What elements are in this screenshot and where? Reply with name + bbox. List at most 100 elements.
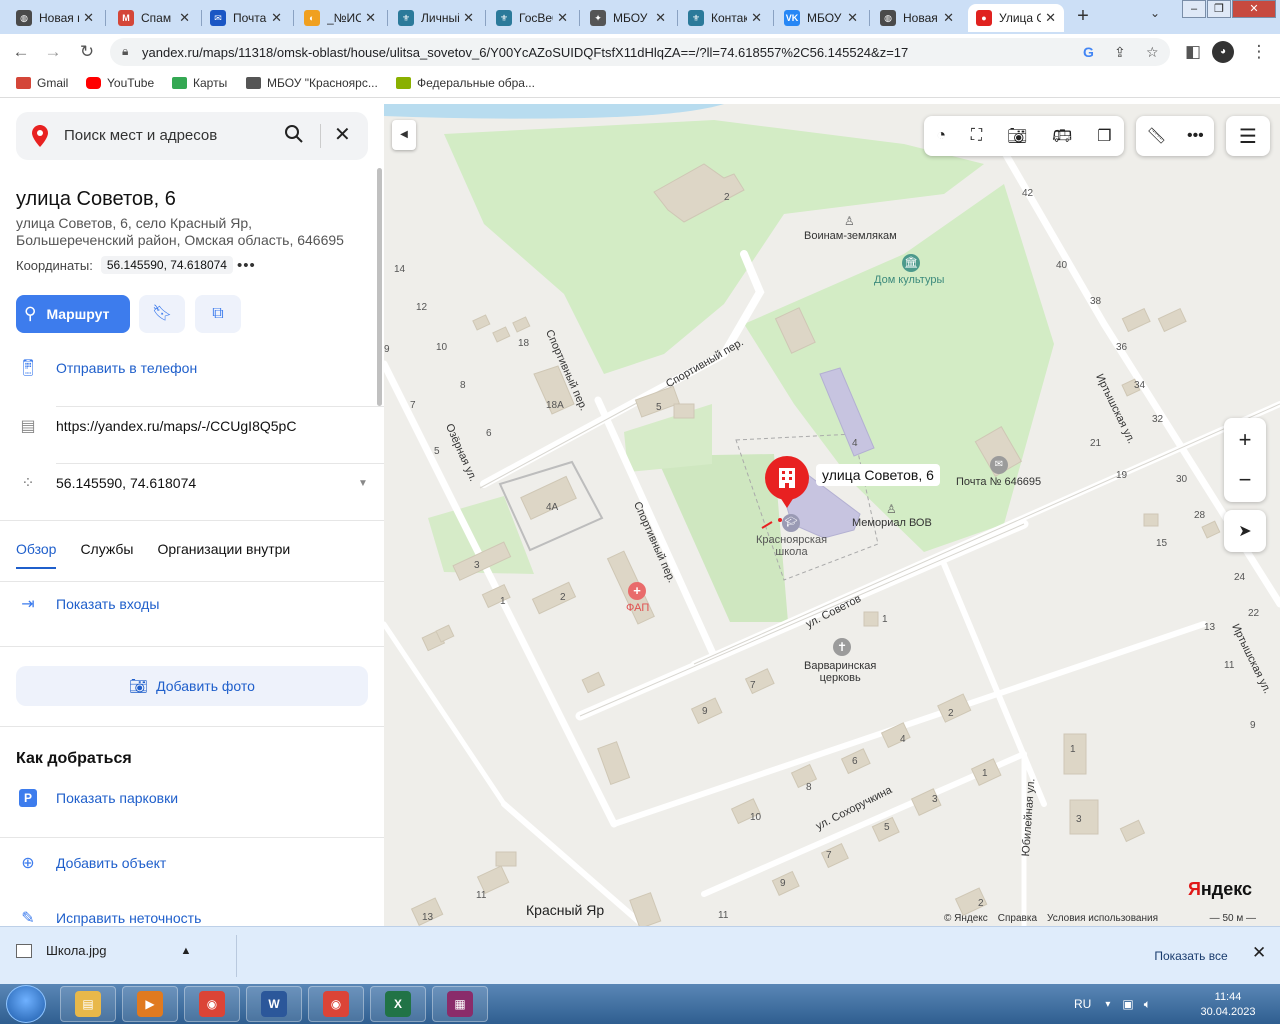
zoom-in-icon[interactable]: + (1239, 420, 1252, 460)
chevron-down-icon[interactable]: ▼ (358, 478, 368, 489)
memorial-icon[interactable]: ♙ (886, 502, 897, 516)
browser-tab[interactable]: ⚜ Личный кабинет ✕ (390, 4, 482, 32)
profile-avatar[interactable]: ◕ (1212, 41, 1234, 63)
tab-search-button[interactable]: ⌄ (1150, 6, 1160, 20)
close-icon[interactable]: ✕ (334, 122, 351, 147)
minimize-button[interactable]: – (1182, 0, 1206, 18)
terms-link[interactable]: Условия использования (1047, 913, 1158, 924)
bookmark-federal[interactable]: Федеральные обра... (396, 76, 535, 90)
poi-school[interactable]: Красноярская школа (756, 534, 827, 558)
tab-close-icon[interactable]: ✕ (271, 10, 282, 26)
back-icon[interactable]: ← (8, 39, 34, 65)
browser-tab[interactable]: ● Улица Советов✕ (968, 4, 1064, 32)
medical-icon[interactable]: + (628, 582, 646, 600)
bookmark-gmail[interactable]: Gmail (16, 76, 68, 90)
bookmark-button[interactable]: 🔖︎ (139, 295, 185, 333)
search-input[interactable]: Поиск мест и адресов ✕ (16, 112, 368, 160)
language-indicator[interactable]: RU (1074, 997, 1091, 1011)
tab-close-icon[interactable]: ✕ (365, 10, 376, 26)
tab-close-icon[interactable]: ✕ (1045, 10, 1056, 26)
monument-icon[interactable]: ♙ (844, 214, 855, 228)
map-canvas[interactable]: ♙ 🏛︎ ✉ ♙ 🎓︎ + ✝ Воинам-землякам Дом куль… (384, 104, 1280, 926)
layers-icon[interactable]: ❐ (1097, 126, 1111, 146)
tab-close-icon[interactable]: ✕ (83, 10, 94, 26)
tab-services[interactable]: Службы (80, 541, 133, 569)
photo-icon[interactable]: 📷︎ (1007, 126, 1027, 146)
taskbar-app-chrome[interactable]: ◉ (184, 986, 240, 1022)
poi-post-office[interactable]: Почта № 646695 (956, 476, 1041, 488)
taskbar-app-media[interactable]: ▶ (122, 986, 178, 1022)
start-button[interactable] (6, 985, 46, 1023)
poi-warriors[interactable]: Воинам-землякам (804, 230, 897, 242)
tab-organizations[interactable]: Организации внутри (157, 541, 290, 569)
volume-icon[interactable]: 🔈︎ (1144, 997, 1151, 1012)
tab-close-icon[interactable]: ✕ (655, 10, 666, 26)
pin-label[interactable]: улица Советов, 6 (816, 464, 940, 486)
bookmark-maps[interactable]: Карты (172, 76, 227, 90)
menu-kebab-icon[interactable]: ⋮ (1246, 39, 1272, 65)
collapse-sidebar-button[interactable]: ◀ (392, 120, 416, 150)
bookmark-youtube[interactable]: YouTube (86, 76, 154, 90)
star-icon[interactable]: ☆ (1146, 44, 1159, 61)
poi-memorial[interactable]: Мемориал ВОВ (852, 517, 932, 529)
taskbar-app-explorer[interactable]: ▤ (60, 986, 116, 1022)
tab-close-icon[interactable]: ✕ (463, 10, 474, 26)
poi-church[interactable]: Варваринская церковь (804, 660, 876, 684)
chevron-up-icon[interactable]: ▲ (180, 945, 191, 957)
sidebar-scrollbar[interactable] (377, 168, 382, 406)
close-window-button[interactable]: ✕ (1232, 0, 1276, 18)
taskbar-app-chrome[interactable]: ◉ (308, 986, 364, 1022)
zoom-out-icon[interactable]: − (1239, 460, 1252, 500)
poi-culture-house[interactable]: Дом культуры (874, 274, 944, 286)
post-office-icon[interactable]: ✉ (990, 456, 1008, 474)
browser-tab[interactable]: ⚜ Контакты✕ (680, 4, 770, 32)
search-icon[interactable] (284, 124, 304, 149)
panorama-icon[interactable]: ⛶ (971, 127, 982, 145)
school-icon[interactable]: 🎓︎ (782, 514, 800, 532)
tab-close-icon[interactable]: ✕ (751, 10, 762, 26)
chevron-down-icon[interactable]: ▾ (1105, 999, 1110, 1010)
ruler-icon[interactable]: 📏︎ (1146, 126, 1166, 146)
download-item[interactable]: Школа.jpg ▲ (16, 943, 191, 958)
tab-overview[interactable]: Обзор (16, 541, 57, 569)
bookmark-mbou[interactable]: МБОУ "Красноярс... (246, 76, 378, 90)
taskbar-app-word[interactable]: W (246, 986, 302, 1022)
tab-close-icon[interactable]: ✕ (847, 10, 858, 26)
reload-icon[interactable]: ↻ (74, 39, 100, 65)
help-link[interactable]: Справка (998, 913, 1037, 924)
share-button[interactable]: ⧉ (195, 295, 241, 333)
show-all-downloads-button[interactable]: Показать все (1140, 943, 1242, 969)
route-button[interactable]: ⚲ Маршрут (16, 295, 130, 333)
taskbar-app-winrar[interactable]: ▦ (432, 986, 488, 1022)
add-photo-button[interactable]: 📷︎ Добавить фото (16, 666, 368, 706)
close-icon[interactable]: ✕ (1252, 943, 1266, 963)
poi-fap[interactable]: ФАП (626, 602, 649, 614)
forward-icon[interactable]: → (40, 39, 66, 65)
browser-tab[interactable]: ◍ Новая вкладка ✕ (8, 4, 102, 32)
museum-icon[interactable]: 🏛︎ (902, 254, 920, 272)
browser-tab[interactable]: VK МБОУ ✕ (776, 4, 866, 32)
tab-close-icon[interactable]: ✕ (943, 10, 954, 26)
more-icon[interactable]: ••• (237, 257, 256, 274)
browser-tab[interactable]: ✉ Почта ✕ (202, 4, 290, 32)
browser-tab[interactable]: ✦ МБОУ ✕ (582, 4, 674, 32)
tab-close-icon[interactable]: ✕ (179, 10, 190, 26)
google-lens-icon[interactable]: G (1083, 44, 1094, 60)
browser-tab[interactable]: ◍ Новая вкладка ✕ (872, 4, 962, 32)
village-label[interactable]: Красный Яр (526, 902, 604, 918)
tab-close-icon[interactable]: ✕ (557, 10, 568, 26)
transport-icon[interactable]: 🚌︎ (1052, 126, 1072, 146)
browser-tab[interactable]: ◐ _№ИС ✕ (296, 4, 384, 32)
locate-me-icon[interactable]: ➤ (1224, 510, 1266, 552)
sidepanel-icon[interactable]: ◧ (1180, 39, 1206, 65)
maximize-button[interactable]: ❐ (1207, 0, 1231, 18)
clock[interactable]: 11:44 30.04.2023 (1196, 990, 1260, 1020)
church-icon[interactable]: ✝ (833, 638, 851, 656)
taskbar-app-excel[interactable]: X (370, 986, 426, 1022)
browser-tab[interactable]: M Спам ✕ (110, 4, 198, 32)
new-tab-button[interactable]: + (1070, 4, 1096, 30)
menu-hamburger-icon[interactable]: ☰ (1226, 116, 1270, 156)
more-icon[interactable]: ••• (1187, 127, 1204, 145)
browser-tab[interactable]: ⚜ ГосВеб ✕ (488, 4, 576, 32)
share-icon[interactable]: ⇪ (1114, 44, 1126, 61)
